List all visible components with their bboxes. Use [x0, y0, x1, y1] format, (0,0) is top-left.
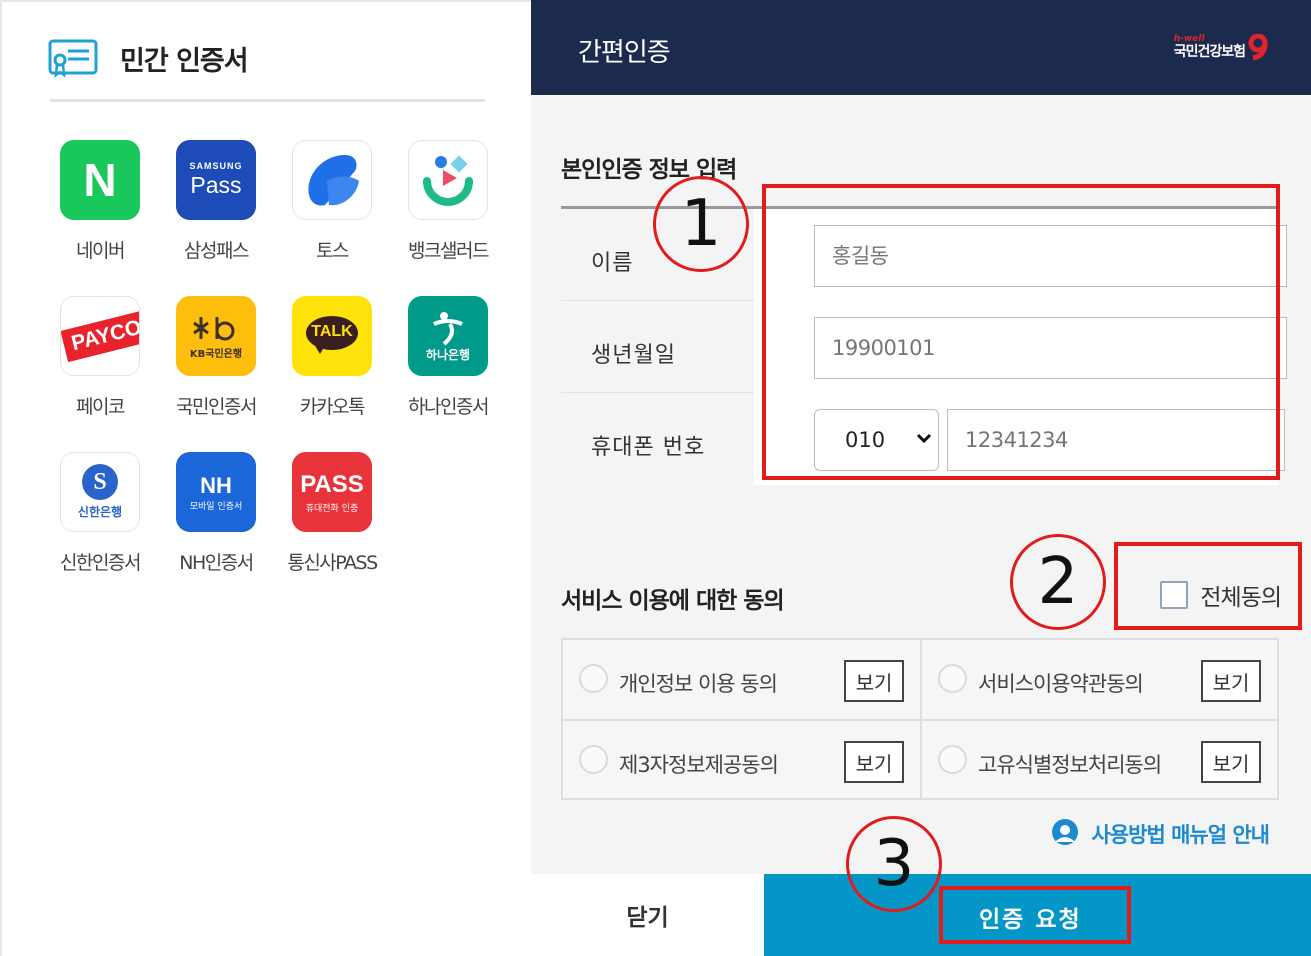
payco-icon: PAYCO	[60, 296, 140, 376]
app-label: 하나인증서	[408, 396, 489, 418]
phone-label: 휴대폰 번호	[591, 435, 706, 460]
app-label: 삼성패스	[184, 240, 249, 262]
app-kb[interactable]: KB국민은행 국민인증서	[158, 296, 274, 419]
kb-icon: KB국민은행	[176, 296, 256, 376]
view-button[interactable]: 보기	[1201, 660, 1261, 702]
naver-icon: N	[60, 140, 140, 220]
header-bar: 간편인증 h-well 국민건강보험	[531, 0, 1311, 95]
consent-radio[interactable]	[938, 745, 967, 774]
app-label: 토스	[316, 240, 349, 262]
app-hana[interactable]: 하나은행 하나인증서	[390, 296, 506, 419]
app-nh[interactable]: NH 모바일 인증서 NH인증서	[158, 452, 274, 575]
close-button[interactable]: 닫기	[531, 874, 764, 956]
header-title: 간편인증	[578, 38, 671, 68]
name-label: 이름	[591, 251, 634, 276]
annotation-box-submit	[939, 886, 1131, 944]
consent-radio[interactable]	[938, 664, 967, 693]
app-label: NH인증서	[179, 552, 254, 574]
app-label: 통신사PASS	[287, 552, 378, 574]
app-label: 페이코	[76, 396, 125, 418]
consent-label: 제3자정보제공동의	[619, 753, 779, 777]
consent-item-third-party: 제3자정보제공동의 보기	[563, 719, 920, 798]
app-label: 네이버	[76, 240, 125, 262]
nh-icon: NH 모바일 인증서	[176, 452, 256, 532]
view-button[interactable]: 보기	[844, 741, 904, 783]
banksalad-icon	[408, 140, 488, 220]
view-button[interactable]: 보기	[1201, 741, 1261, 783]
manual-guide-label: 사용방법 매뉴얼 안내	[1091, 823, 1270, 847]
shinhan-icon: S 신한은행	[60, 452, 140, 532]
app-samsung-pass[interactable]: SAMSUNG Pass 삼성패스	[158, 140, 274, 263]
brand-tagline: h-well	[1173, 34, 1205, 44]
consent-item-terms: 서비스이용약관동의 보기	[920, 640, 1277, 719]
app-payco[interactable]: PAYCO 페이코	[42, 296, 158, 419]
hana-icon: 하나은행	[408, 296, 488, 376]
panel-title: 민간 인증서	[120, 45, 249, 77]
view-button[interactable]: 보기	[844, 660, 904, 702]
kakaotalk-icon: TALK	[292, 296, 372, 376]
consent-label: 개인정보 이용 동의	[619, 672, 778, 696]
consent-item-unique-id: 고유식별정보처리동의 보기	[920, 719, 1277, 798]
annotation-step-3: 3	[846, 816, 942, 912]
app-label: 신한인증서	[60, 552, 141, 574]
app-pass[interactable]: PASS 휴대전화 인증 통신사PASS	[274, 452, 390, 575]
app-label: 카카오톡	[300, 396, 365, 418]
nhis-symbol-icon	[1248, 34, 1268, 60]
private-cert-panel: 민간 인증서 N 네이버 SAMSUNG Pass 삼성패스 토스 뱅크샐러드 …	[0, 0, 531, 956]
app-naver[interactable]: N 네이버	[42, 140, 158, 263]
consent-radio[interactable]	[579, 664, 608, 693]
certificate-icon	[48, 39, 98, 78]
pass-icon: PASS 휴대전화 인증	[292, 452, 372, 532]
divider	[50, 99, 485, 102]
panel-header: 민간 인증서	[48, 38, 249, 78]
app-kakaotalk[interactable]: TALK 카카오톡	[274, 296, 390, 419]
app-label: 국민인증서	[176, 396, 257, 418]
app-toss[interactable]: 토스	[274, 140, 390, 263]
birth-label: 생년월일	[591, 343, 676, 368]
app-label: 뱅크샐러드	[408, 240, 489, 262]
annotation-step-2: 2	[1010, 534, 1106, 630]
brand-name: 국민건강보험	[1173, 44, 1246, 60]
consent-radio[interactable]	[579, 745, 608, 774]
user-guide-icon	[1052, 819, 1079, 845]
nhis-logo: h-well 국민건강보험	[1174, 34, 1269, 60]
app-banksalad[interactable]: 뱅크샐러드	[390, 140, 506, 263]
consent-item-privacy: 개인정보 이용 동의 보기	[563, 640, 920, 719]
annotation-box-agree-all	[1114, 542, 1302, 630]
consent-section-title: 서비스 이용에 대한 동의	[561, 588, 785, 614]
consent-label: 고유식별정보처리동의	[978, 753, 1162, 777]
annotation-box-identity	[762, 184, 1280, 480]
annotation-step-1: 1	[653, 176, 749, 272]
toss-icon	[292, 140, 372, 220]
consent-label: 서비스이용약관동의	[978, 672, 1144, 696]
manual-guide-link[interactable]: 사용방법 매뉴얼 안내	[1047, 818, 1270, 850]
consent-list: 개인정보 이용 동의 보기 서비스이용약관동의 보기 제3자정보제공동의 보기 …	[561, 638, 1279, 800]
samsung-pass-icon: SAMSUNG Pass	[176, 140, 256, 220]
app-shinhan[interactable]: S 신한은행 신한인증서	[42, 452, 158, 575]
